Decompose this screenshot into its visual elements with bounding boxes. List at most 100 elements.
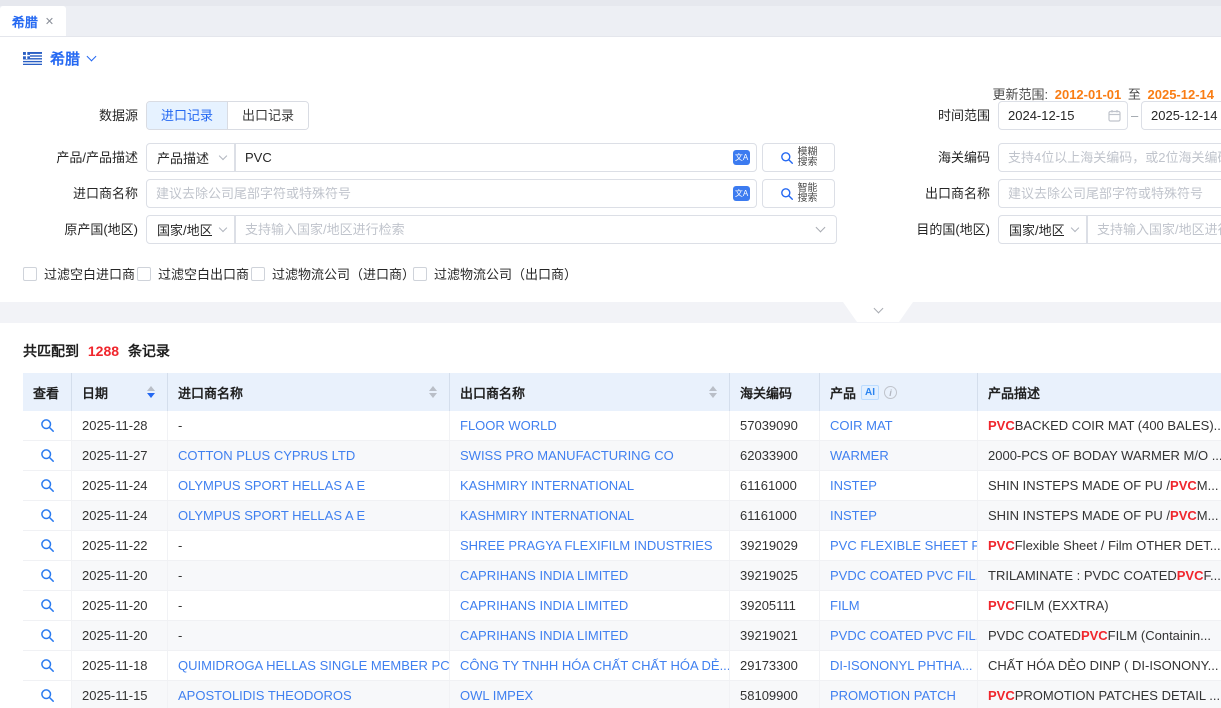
- end-date-input[interactable]: [1151, 108, 1221, 123]
- product-link[interactable]: PVDC COATED PVC FIL...: [830, 628, 977, 643]
- translate-icon[interactable]: 文A: [733, 150, 750, 165]
- update-range-end: 2025-12-14: [1148, 87, 1215, 102]
- view-record-icon[interactable]: [40, 538, 55, 553]
- destination-country-select[interactable]: 国家/地区: [998, 215, 1087, 244]
- checkbox-icon[interactable]: [413, 267, 427, 281]
- hs-code-field[interactable]: [998, 143, 1221, 172]
- keyword-highlight: PVC: [1177, 568, 1204, 583]
- product-link[interactable]: PVC FLEXIBLE SHEET F...: [830, 538, 977, 553]
- destination-country-label: 目的国(地区): [850, 215, 990, 244]
- product-link[interactable]: DI-ISONONYL PHTHA...: [830, 658, 973, 673]
- product-search-input[interactable]: [245, 150, 733, 165]
- importer-cell: OLYMPUS SPORT HELLAS A E: [168, 471, 450, 500]
- product-link[interactable]: PVDC COATED PVC FIL...: [830, 568, 977, 583]
- view-record-icon[interactable]: [40, 448, 55, 463]
- origin-country-select[interactable]: 国家/地区: [146, 215, 235, 244]
- exporter-link[interactable]: SWISS PRO MANUFACTURING CO: [460, 448, 674, 463]
- start-date-input[interactable]: [1008, 108, 1108, 123]
- trade-data-app: 希腊 ✕ 希腊 更新范围: 2012-01-01 至 2025-12-14 数据…: [0, 0, 1221, 708]
- checkbox-icon[interactable]: [251, 267, 265, 281]
- importer-link[interactable]: OLYMPUS SPORT HELLAS A E: [178, 478, 365, 493]
- sort-importer-control[interactable]: [429, 386, 437, 398]
- chevron-down-icon: [816, 223, 826, 233]
- product-link[interactable]: WARMER: [830, 448, 889, 463]
- exporter-link[interactable]: FLOOR WORLD: [460, 418, 557, 433]
- end-date-field[interactable]: [1141, 101, 1221, 130]
- close-icon[interactable]: ✕: [45, 15, 54, 28]
- tab-greece[interactable]: 希腊 ✕: [0, 6, 66, 36]
- date-cell: 2025-11-28: [72, 411, 168, 440]
- view-record-icon[interactable]: [40, 598, 55, 613]
- view-cell: [23, 441, 72, 470]
- origin-country-field[interactable]: [235, 215, 837, 244]
- product-cell: COIR MAT: [820, 411, 978, 440]
- date-cell: 2025-11-20: [72, 621, 168, 650]
- view-record-icon[interactable]: [40, 688, 55, 703]
- destination-country-input[interactable]: [1097, 222, 1221, 237]
- destination-country-field[interactable]: [1087, 215, 1221, 244]
- view-record-icon[interactable]: [40, 508, 55, 523]
- view-record-icon[interactable]: [40, 478, 55, 493]
- importer-link[interactable]: APOSTOLIDIS THEODOROS: [178, 688, 352, 703]
- smart-search-button[interactable]: 智能 搜索: [762, 179, 835, 208]
- exporter-link[interactable]: KASHMIRY INTERNATIONAL: [460, 478, 634, 493]
- sort-date-control[interactable]: [147, 386, 155, 398]
- exporter-link[interactable]: CÔNG TY TNHH HÓA CHẤT CHẤT HÓA DẺ...: [460, 658, 729, 673]
- table-row: 2025-11-28-FLOOR WORLD57039090COIR MATPV…: [23, 411, 1221, 441]
- product-link[interactable]: INSTEP: [830, 508, 877, 523]
- filter-checkbox-0[interactable]: 过滤空白进口商: [23, 264, 135, 283]
- exporter-input[interactable]: [1008, 186, 1221, 201]
- product-cell: FILM: [820, 591, 978, 620]
- product-link[interactable]: COIR MAT: [830, 418, 893, 433]
- exporter-link[interactable]: KASHMIRY INTERNATIONAL: [460, 508, 634, 523]
- table-header: 查看 日期 进口商名称 出口商名称 海关编码: [23, 373, 1221, 411]
- product-link[interactable]: FILM: [830, 598, 860, 613]
- product-search-field[interactable]: 文A: [235, 143, 757, 172]
- sort-exporter-control[interactable]: [709, 386, 717, 398]
- view-cell: [23, 501, 72, 530]
- table-row: 2025-11-20-CAPRIHANS INDIA LIMITED392190…: [23, 621, 1221, 651]
- datasource-label: 数据源: [0, 101, 138, 130]
- view-record-icon[interactable]: [40, 628, 55, 643]
- importer-field[interactable]: 文A: [146, 179, 757, 208]
- result-prefix: 共匹配到: [23, 343, 79, 359]
- tab-export-records[interactable]: 出口记录: [227, 102, 308, 129]
- product-type-value: 产品描述: [157, 148, 209, 167]
- importer-input[interactable]: [156, 186, 733, 201]
- start-date-field[interactable]: [998, 101, 1128, 130]
- exporter-link[interactable]: CAPRIHANS INDIA LIMITED: [460, 598, 628, 613]
- origin-country-input[interactable]: [245, 222, 817, 237]
- product-link[interactable]: INSTEP: [830, 478, 877, 493]
- fuzzy-search-button[interactable]: 模糊 搜索: [762, 143, 835, 172]
- keyword-highlight: PVC: [1170, 508, 1197, 523]
- product-link[interactable]: PROMOTION PATCH: [830, 688, 956, 703]
- tab-import-records[interactable]: 进口记录: [147, 102, 227, 129]
- product-type-select[interactable]: 产品描述: [146, 143, 235, 172]
- update-range-start: 2012-01-01: [1055, 87, 1122, 102]
- exporter-link[interactable]: SHREE PRAGYA FLEXIFILM INDUSTRIES: [460, 538, 713, 553]
- filter-checkbox-3[interactable]: 过滤物流公司（出口商）: [413, 264, 577, 283]
- importer-link[interactable]: COTTON PLUS CYPRUS LTD: [178, 448, 355, 463]
- exporter-field[interactable]: [998, 179, 1221, 208]
- exporter-link[interactable]: CAPRIHANS INDIA LIMITED: [460, 628, 628, 643]
- checkbox-icon[interactable]: [137, 267, 151, 281]
- translate-icon[interactable]: 文A: [733, 186, 750, 201]
- description-cell: TRILAMINATE : PVDC COATED PVC F...: [978, 561, 1221, 590]
- chevron-down-icon[interactable]: [87, 52, 97, 62]
- filter-checkbox-1[interactable]: 过滤空白出口商: [137, 264, 249, 283]
- checkbox-icon[interactable]: [23, 267, 37, 281]
- origin-country-label: 原产国(地区): [0, 215, 138, 244]
- importer-cell: -: [168, 561, 450, 590]
- view-record-icon[interactable]: [40, 418, 55, 433]
- importer-link[interactable]: OLYMPUS SPORT HELLAS A E: [178, 508, 365, 523]
- description-text: M...: [1197, 478, 1219, 493]
- filter-checkbox-2[interactable]: 过滤物流公司（进口商）: [251, 264, 415, 283]
- importer-cell: -: [168, 591, 450, 620]
- info-icon[interactable]: i: [884, 386, 897, 399]
- importer-link[interactable]: QUIMIDROGA HELLAS SINGLE MEMBER PC: [178, 658, 449, 673]
- view-record-icon[interactable]: [40, 568, 55, 583]
- exporter-link[interactable]: CAPRIHANS INDIA LIMITED: [460, 568, 628, 583]
- hs-code-input[interactable]: [1008, 150, 1221, 165]
- view-record-icon[interactable]: [40, 658, 55, 673]
- exporter-link[interactable]: OWL IMPEX: [460, 688, 533, 703]
